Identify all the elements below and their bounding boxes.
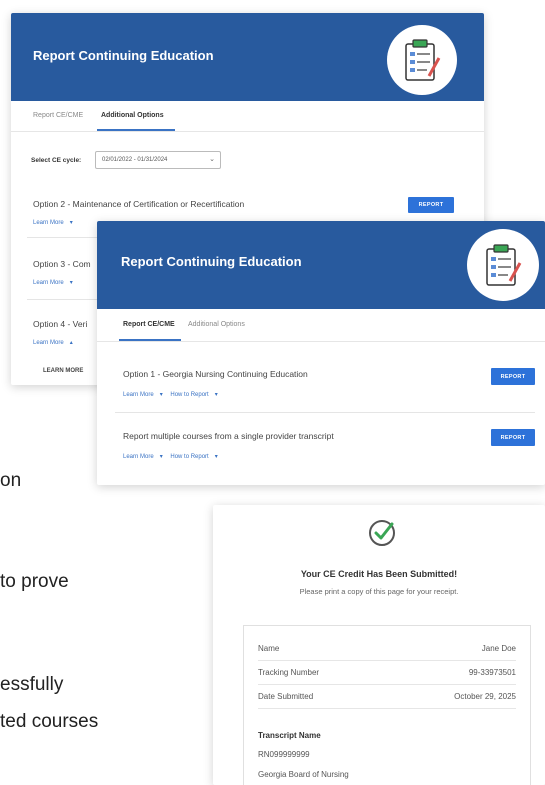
row-label: Name — [258, 644, 280, 653]
clipboard-icon — [486, 244, 522, 286]
receipt-card: Your CE Credit Has Been Submitted! Pleas… — [213, 505, 545, 785]
row-label: Date Submitted — [258, 692, 314, 701]
check-circle-icon — [367, 518, 397, 553]
row-label: Tracking Number — [258, 668, 320, 677]
report-ce-card-front: Report Continuing Education Report CE/CM… — [97, 221, 545, 485]
bg-text-line: to prove — [0, 571, 69, 592]
option-title: Option 2 - Maintenance of Certification … — [33, 199, 245, 209]
clipboard-badge — [387, 25, 457, 95]
option-title: Option 4 - Veri — [33, 319, 88, 329]
ce-cycle-select[interactable]: 02/01/2022 - 01/31/2024 ⌄ — [95, 151, 221, 169]
ce-cycle-value: 02/01/2022 - 01/31/2024 — [102, 157, 168, 163]
clipboard-icon — [405, 39, 441, 81]
learn-more-link[interactable]: Learn More ▾ — [33, 279, 73, 286]
transcript-name-label: Transcript Name — [258, 731, 321, 740]
report-button[interactable]: REPORT — [491, 429, 535, 446]
receipt-row: Date Submitted October 29, 2025 — [258, 684, 516, 709]
active-tab-indicator — [119, 339, 181, 341]
card-title: Report Continuing Education — [121, 254, 302, 269]
card-header: Report Continuing Education — [11, 13, 484, 101]
bg-text-line: ted courses — [0, 711, 99, 732]
learn-more-link[interactable]: Learn More ▴ — [33, 339, 73, 346]
card-header: Report Continuing Education — [97, 221, 545, 309]
tab-bar: Report CE/CME Additional Options — [97, 309, 545, 342]
row-value: October 29, 2025 — [454, 692, 516, 701]
receipt-subheading: Please print a copy of this page for you… — [299, 587, 459, 596]
learn-more-link[interactable]: Learn More ▾ — [33, 219, 73, 226]
divider — [115, 412, 535, 413]
receipt-row: Tracking Number 99-33973501 — [258, 660, 516, 685]
row-value: 99-33973501 — [468, 668, 516, 677]
option-title: Option 1 - Georgia Nursing Continuing Ed… — [123, 369, 308, 379]
learn-more-header: LEARN MORE — [43, 368, 84, 374]
active-tab-indicator — [97, 129, 175, 131]
report-button[interactable]: REPORT — [491, 368, 535, 385]
how-to-report-link[interactable]: How to Report ▾ — [170, 454, 217, 460]
learn-more-link[interactable]: Learn More ▾ — [123, 454, 163, 460]
clipboard-badge — [467, 229, 539, 301]
tab-bar: Report CE/CME Additional Options — [11, 101, 484, 132]
transcript-id: RN099999999 — [258, 750, 310, 759]
board-name: Georgia Board of Nursing — [258, 770, 349, 779]
option-title: Option 3 - Com — [33, 259, 91, 269]
chevron-down-icon: ⌄ — [209, 156, 215, 163]
ce-cycle-label: Select CE cycle: — [31, 157, 82, 164]
tab-additional-options[interactable]: Additional Options — [188, 321, 245, 328]
card-title: Report Continuing Education — [33, 48, 214, 63]
tab-report-ce[interactable]: Report CE/CME — [33, 112, 83, 119]
report-button[interactable]: REPORT — [408, 197, 454, 213]
learn-more-link[interactable]: Learn More ▾ — [123, 392, 163, 398]
receipt-heading: Your CE Credit Has Been Submitted! — [300, 569, 458, 579]
row-value: Jane Doe — [481, 644, 516, 653]
option-title: Report multiple courses from a single pr… — [123, 431, 334, 441]
receipt-details: Name Jane Doe Tracking Number 99-3397350… — [243, 625, 531, 785]
tab-report-ce[interactable]: Report CE/CME — [123, 321, 175, 328]
tab-additional-options[interactable]: Additional Options — [101, 112, 164, 119]
how-to-report-link[interactable]: How to Report ▾ — [170, 392, 217, 398]
bg-text-line: essfully — [0, 674, 64, 695]
option-links: Learn More ▾ How to Report ▾ — [123, 453, 224, 460]
receipt-row: Name Jane Doe — [258, 636, 516, 661]
option-links: Learn More ▾ How to Report ▾ — [123, 391, 224, 398]
bg-text-line: on — [0, 470, 22, 491]
